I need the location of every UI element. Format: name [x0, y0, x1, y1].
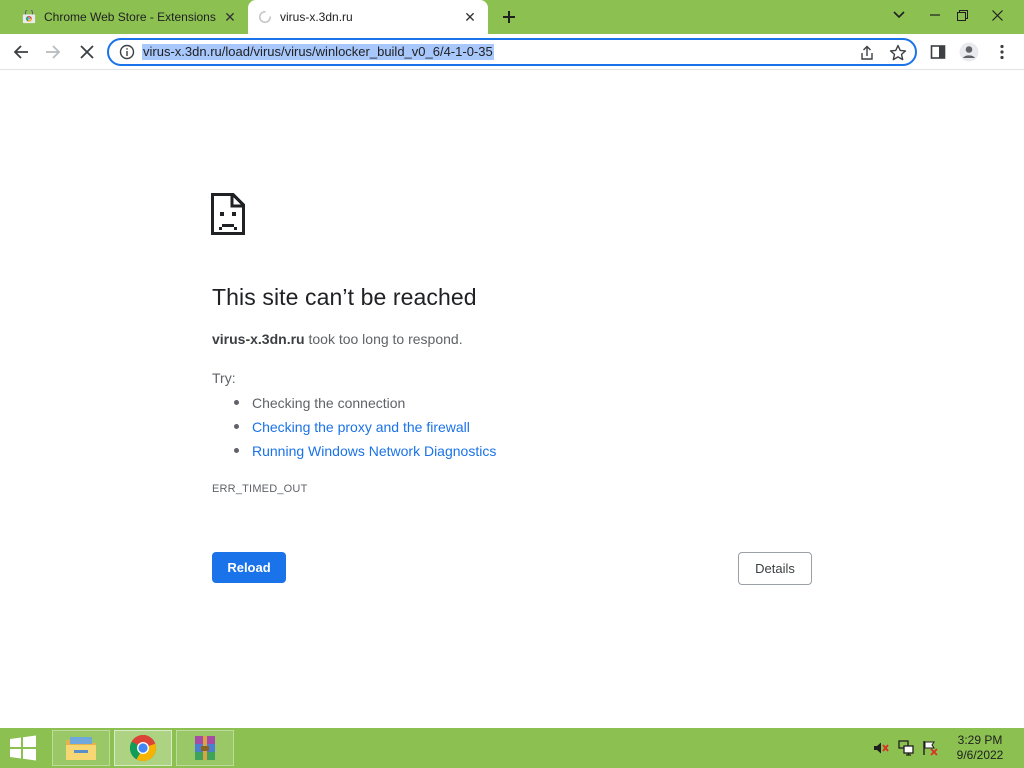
url-text[interactable]: virus-x.3dn.ru/load/virus/virus/winlocke…: [142, 44, 494, 60]
close-tab-icon[interactable]: ✕: [460, 7, 480, 27]
taskbar-chrome[interactable]: [114, 730, 172, 766]
browser-toolbar: virus-x.3dn.ru/load/virus/virus/winlocke…: [0, 34, 1024, 70]
new-tab-button[interactable]: [497, 5, 521, 29]
tab-title: virus-x.3dn.ru: [280, 10, 353, 24]
info-icon[interactable]: [119, 44, 135, 60]
taskbar-file-explorer[interactable]: [52, 730, 110, 766]
close-tab-icon[interactable]: ✕: [220, 7, 240, 27]
network-icon[interactable]: [898, 740, 914, 756]
system-clock[interactable]: 3:29 PM 9/6/2022: [950, 733, 1010, 763]
bookmark-star-icon[interactable]: [888, 43, 908, 63]
chrome-web-store-icon: [22, 10, 36, 24]
winrar-icon: [195, 736, 215, 760]
try-label: Try:: [212, 370, 236, 386]
side-panel-button[interactable]: [926, 40, 950, 64]
forward-button[interactable]: [41, 40, 65, 64]
volume-muted-icon[interactable]: [873, 740, 889, 756]
address-bar[interactable]: virus-x.3dn.ru/load/virus/virus/winlocke…: [107, 38, 917, 66]
action-center-flag-icon[interactable]: [922, 740, 938, 756]
plus-icon: [503, 11, 515, 23]
taskbar-winrar[interactable]: [176, 730, 234, 766]
tab-virus-site[interactable]: virus-x.3dn.ru ✕: [248, 0, 488, 34]
restore-icon: [956, 9, 968, 21]
sad-page-icon: [211, 193, 245, 235]
tab-chrome-web-store[interactable]: Chrome Web Store - Extensions ✕: [8, 0, 248, 34]
tab-strip: Chrome Web Store - Extensions ✕ virus-x.…: [0, 0, 1024, 34]
avatar-icon: [959, 42, 979, 62]
error-title: This site can’t be reached: [212, 284, 477, 310]
suggestion-network-diagnostics-link[interactable]: Running Windows Network Diagnostics: [232, 442, 496, 466]
minimize-icon: [930, 14, 940, 16]
windows-start-icon[interactable]: [8, 735, 38, 761]
profile-button[interactable]: [957, 40, 981, 64]
arrow-right-icon: [46, 45, 61, 59]
details-button[interactable]: Details: [738, 552, 812, 585]
loading-spinner-icon: [259, 10, 272, 23]
error-host: virus-x.3dn.ru: [212, 331, 305, 347]
error-code: ERR_TIMED_OUT: [212, 483, 308, 495]
close-window-button[interactable]: [980, 0, 1014, 30]
clock-time: 3:29 PM: [957, 733, 1003, 747]
chevron-down-icon: [893, 11, 905, 19]
share-icon[interactable]: [857, 43, 877, 63]
stop-loading-button[interactable]: [75, 40, 99, 64]
close-icon: [80, 45, 94, 59]
tab-search-button[interactable]: [882, 0, 916, 30]
suggestion-check-proxy-link[interactable]: Checking the proxy and the firewall: [232, 418, 496, 442]
suggestion-check-connection: Checking the connection: [232, 394, 496, 418]
menu-button[interactable]: [990, 40, 1014, 64]
tab-title: Chrome Web Store - Extensions: [44, 10, 216, 24]
reload-button[interactable]: Reload: [212, 552, 286, 583]
windows-taskbar: 3:29 PM 9/6/2022: [0, 728, 1024, 768]
back-button[interactable]: [9, 40, 33, 64]
error-description-text: took too long to respond.: [304, 331, 463, 347]
restore-button[interactable]: [945, 0, 979, 30]
arrow-left-icon: [13, 45, 28, 59]
side-panel-icon: [930, 45, 946, 59]
suggestion-list: Checking the connection Checking the pro…: [232, 394, 496, 466]
file-explorer-icon: [66, 737, 96, 760]
more-vertical-icon: [1000, 44, 1004, 60]
clock-date: 9/6/2022: [956, 748, 1004, 762]
chrome-icon: [129, 734, 156, 762]
close-icon: [991, 9, 1003, 21]
error-description: virus-x.3dn.ru took too long to respond.: [212, 331, 463, 347]
